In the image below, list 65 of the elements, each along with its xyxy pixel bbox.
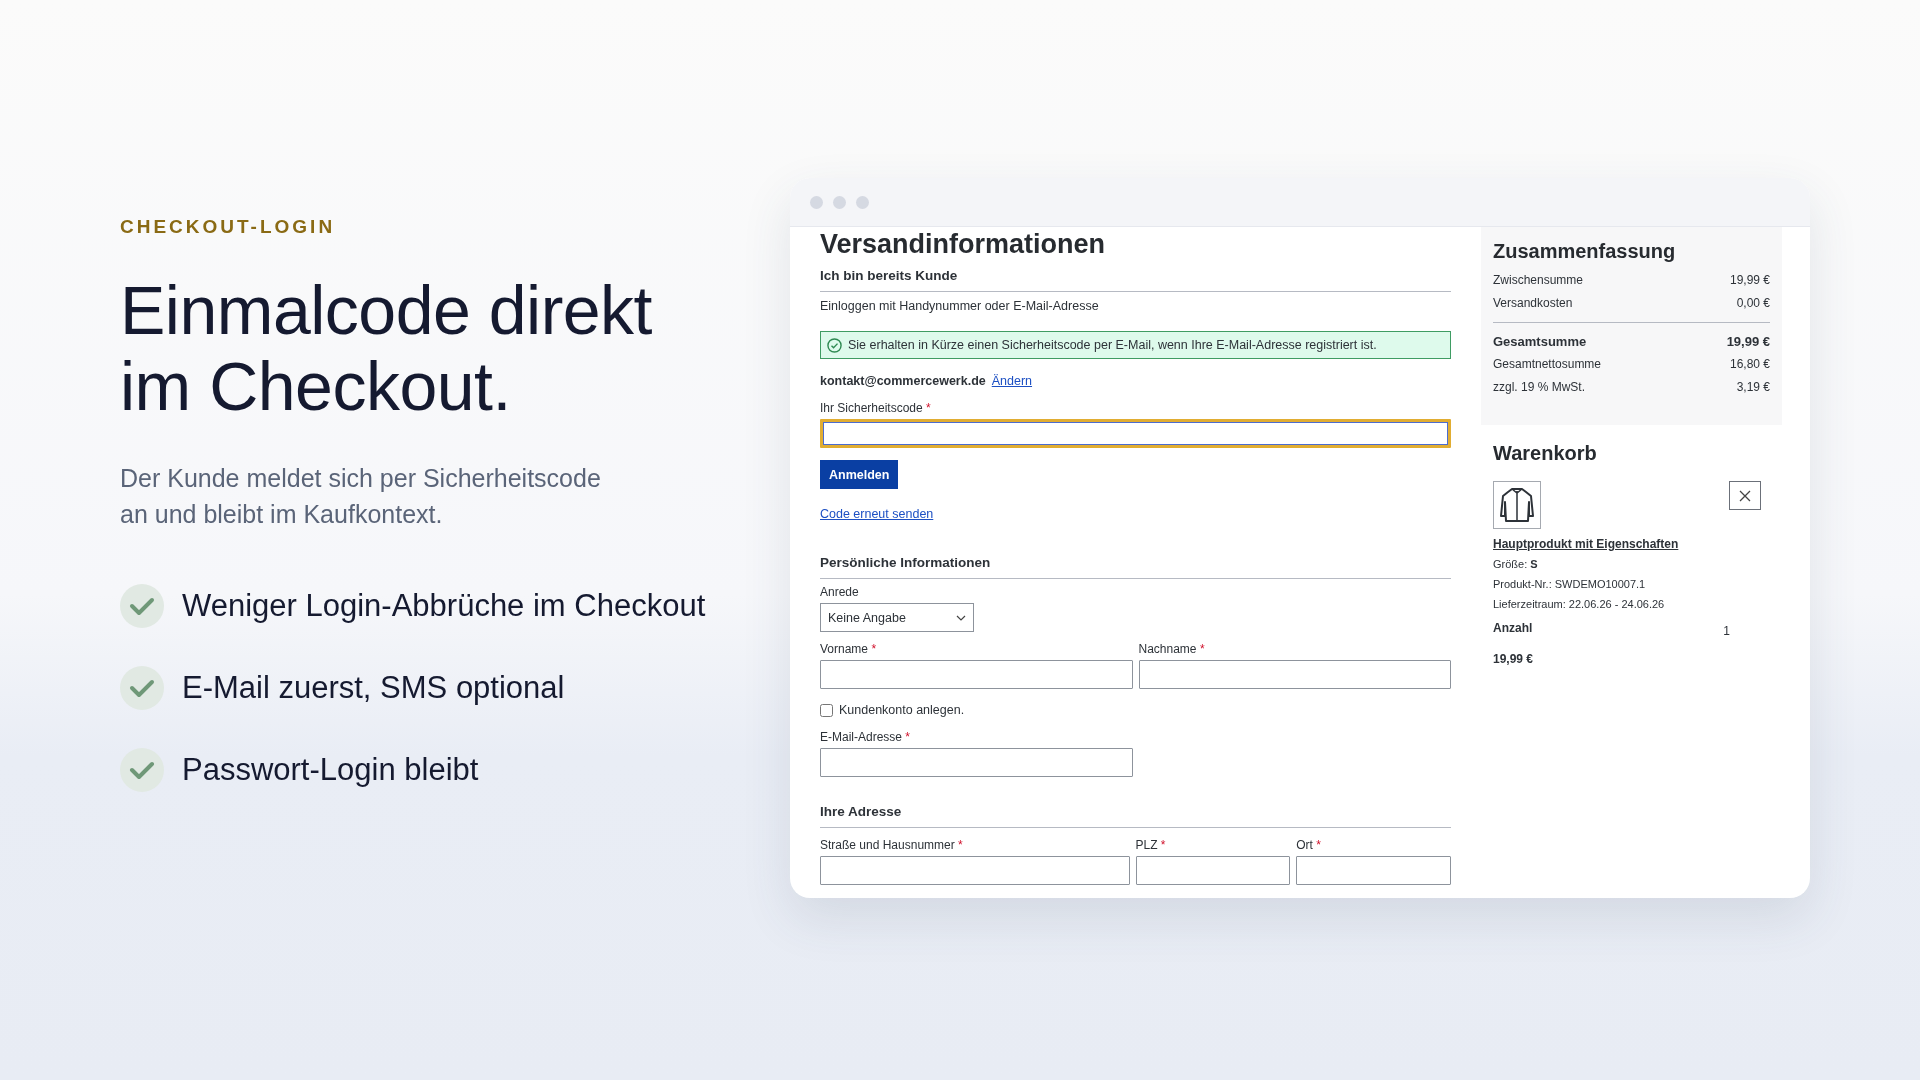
feature-text: Passwort-Login bleibt — [182, 751, 479, 789]
field-label: Ihr Sicherheitscode * — [820, 401, 932, 416]
login-button[interactable]: Anmelden — [820, 460, 899, 489]
section-heading: Ihre Adresse — [820, 803, 902, 821]
check-icon — [120, 666, 164, 710]
cart-title: Warenkorb — [1493, 441, 1597, 466]
input-field[interactable] — [1138, 660, 1451, 689]
resend-code-link[interactable]: Code erneut senden — [820, 506, 934, 522]
chevron-down-icon — [956, 614, 966, 621]
remove-button[interactable] — [1729, 481, 1761, 510]
summary-value: 19,99 € — [1726, 334, 1770, 349]
input-field[interactable] — [820, 856, 1130, 885]
product-size: Größe: S — [1493, 558, 1538, 571]
product-number: Produkt-Nr.: SWDEMO10007.1 — [1493, 578, 1646, 591]
field-label: Anrede — [820, 585, 860, 600]
delivery-time: Lieferzeitraum: 22.06.26 - 24.06.26 — [1493, 598, 1665, 611]
eyebrow-label: CHECKOUT-LOGIN — [120, 216, 336, 238]
window-dot — [810, 195, 823, 209]
summary-value: 16,80 € — [1729, 357, 1770, 372]
input-field[interactable] — [820, 748, 1133, 777]
summary-title: Zusammenfassung — [1493, 239, 1676, 264]
alert-message: Sie erhalten in Kürze einen Sicherheitscode per E-Mail, wenn Ihre E-Mail-Adresse registriert ist. — [848, 338, 1377, 352]
page-title: Versandinformationen — [820, 228, 1106, 261]
field-label: Nachname * — [1138, 642, 1206, 657]
checkbox-label: Kundenkonto anlegen. — [839, 703, 965, 717]
summary-value: 19,99 € — [1729, 273, 1770, 288]
subtitle: Der Kunde meldet sich per Sicherheitscode an und bleibt im Kaufkontext. — [120, 463, 601, 530]
field-label: Straße und Hausnummer * — [820, 838, 964, 853]
summary-value: 0,00 € — [1736, 296, 1770, 311]
quantity-value: 1 — [1723, 624, 1730, 638]
section-heading: Persönliche Informationen — [820, 554, 991, 572]
summary-value: 3,19 € — [1736, 380, 1770, 395]
salutation-select[interactable]: Keine Angabe — [820, 603, 974, 632]
section-heading: Ich bin bereits Kunde — [820, 267, 958, 285]
field-label: PLZ * — [1135, 838, 1167, 853]
summary-label: Gesamtnettosumme — [1493, 357, 1602, 372]
quantity-label: Anzahl — [1493, 621, 1533, 637]
product-price: 19,99 € — [1493, 652, 1534, 666]
feature-text: E-Mail zuerst, SMS optional — [182, 669, 565, 707]
email-address: kontakt@commercewerk.de — [820, 373, 986, 389]
check-icon — [120, 584, 164, 628]
input-field[interactable] — [1135, 856, 1291, 885]
summary-label: zzgl. 19 % MwSt. — [1493, 380, 1586, 395]
product-thumbnail[interactable] — [1493, 481, 1541, 529]
change-link[interactable]: Ändern — [991, 374, 1033, 388]
summary-label: Versandkosten — [1493, 296, 1573, 311]
product-link[interactable]: Hauptprodukt mit Eigenschaften — [1493, 537, 1679, 551]
input-field[interactable] — [820, 419, 1451, 448]
field-label: E-Mail-Adresse * — [820, 730, 912, 745]
close-icon — [1739, 489, 1751, 502]
jacket-icon — [1500, 487, 1534, 523]
summary-label: Zwischensumme — [1493, 273, 1584, 288]
window-dot — [856, 195, 869, 209]
check-circle-icon — [827, 337, 842, 353]
field-label: Vorname * — [820, 642, 878, 657]
login-hint: Einloggen mit Handynummer oder E-Mail-Adresse — [820, 298, 1099, 314]
feature-text: Weniger Login-Abbrüche im Checkout — [182, 587, 706, 625]
input-field[interactable] — [820, 660, 1133, 689]
summary-label: Gesamtsumme — [1493, 334, 1587, 349]
headline: Einmalcode direkt im Checkout. — [120, 272, 652, 424]
check-icon — [120, 748, 164, 792]
input-field[interactable] — [1296, 856, 1451, 885]
field-label: Ort * — [1296, 838, 1322, 853]
window-dot — [833, 195, 846, 209]
checkbox[interactable] — [820, 703, 833, 717]
